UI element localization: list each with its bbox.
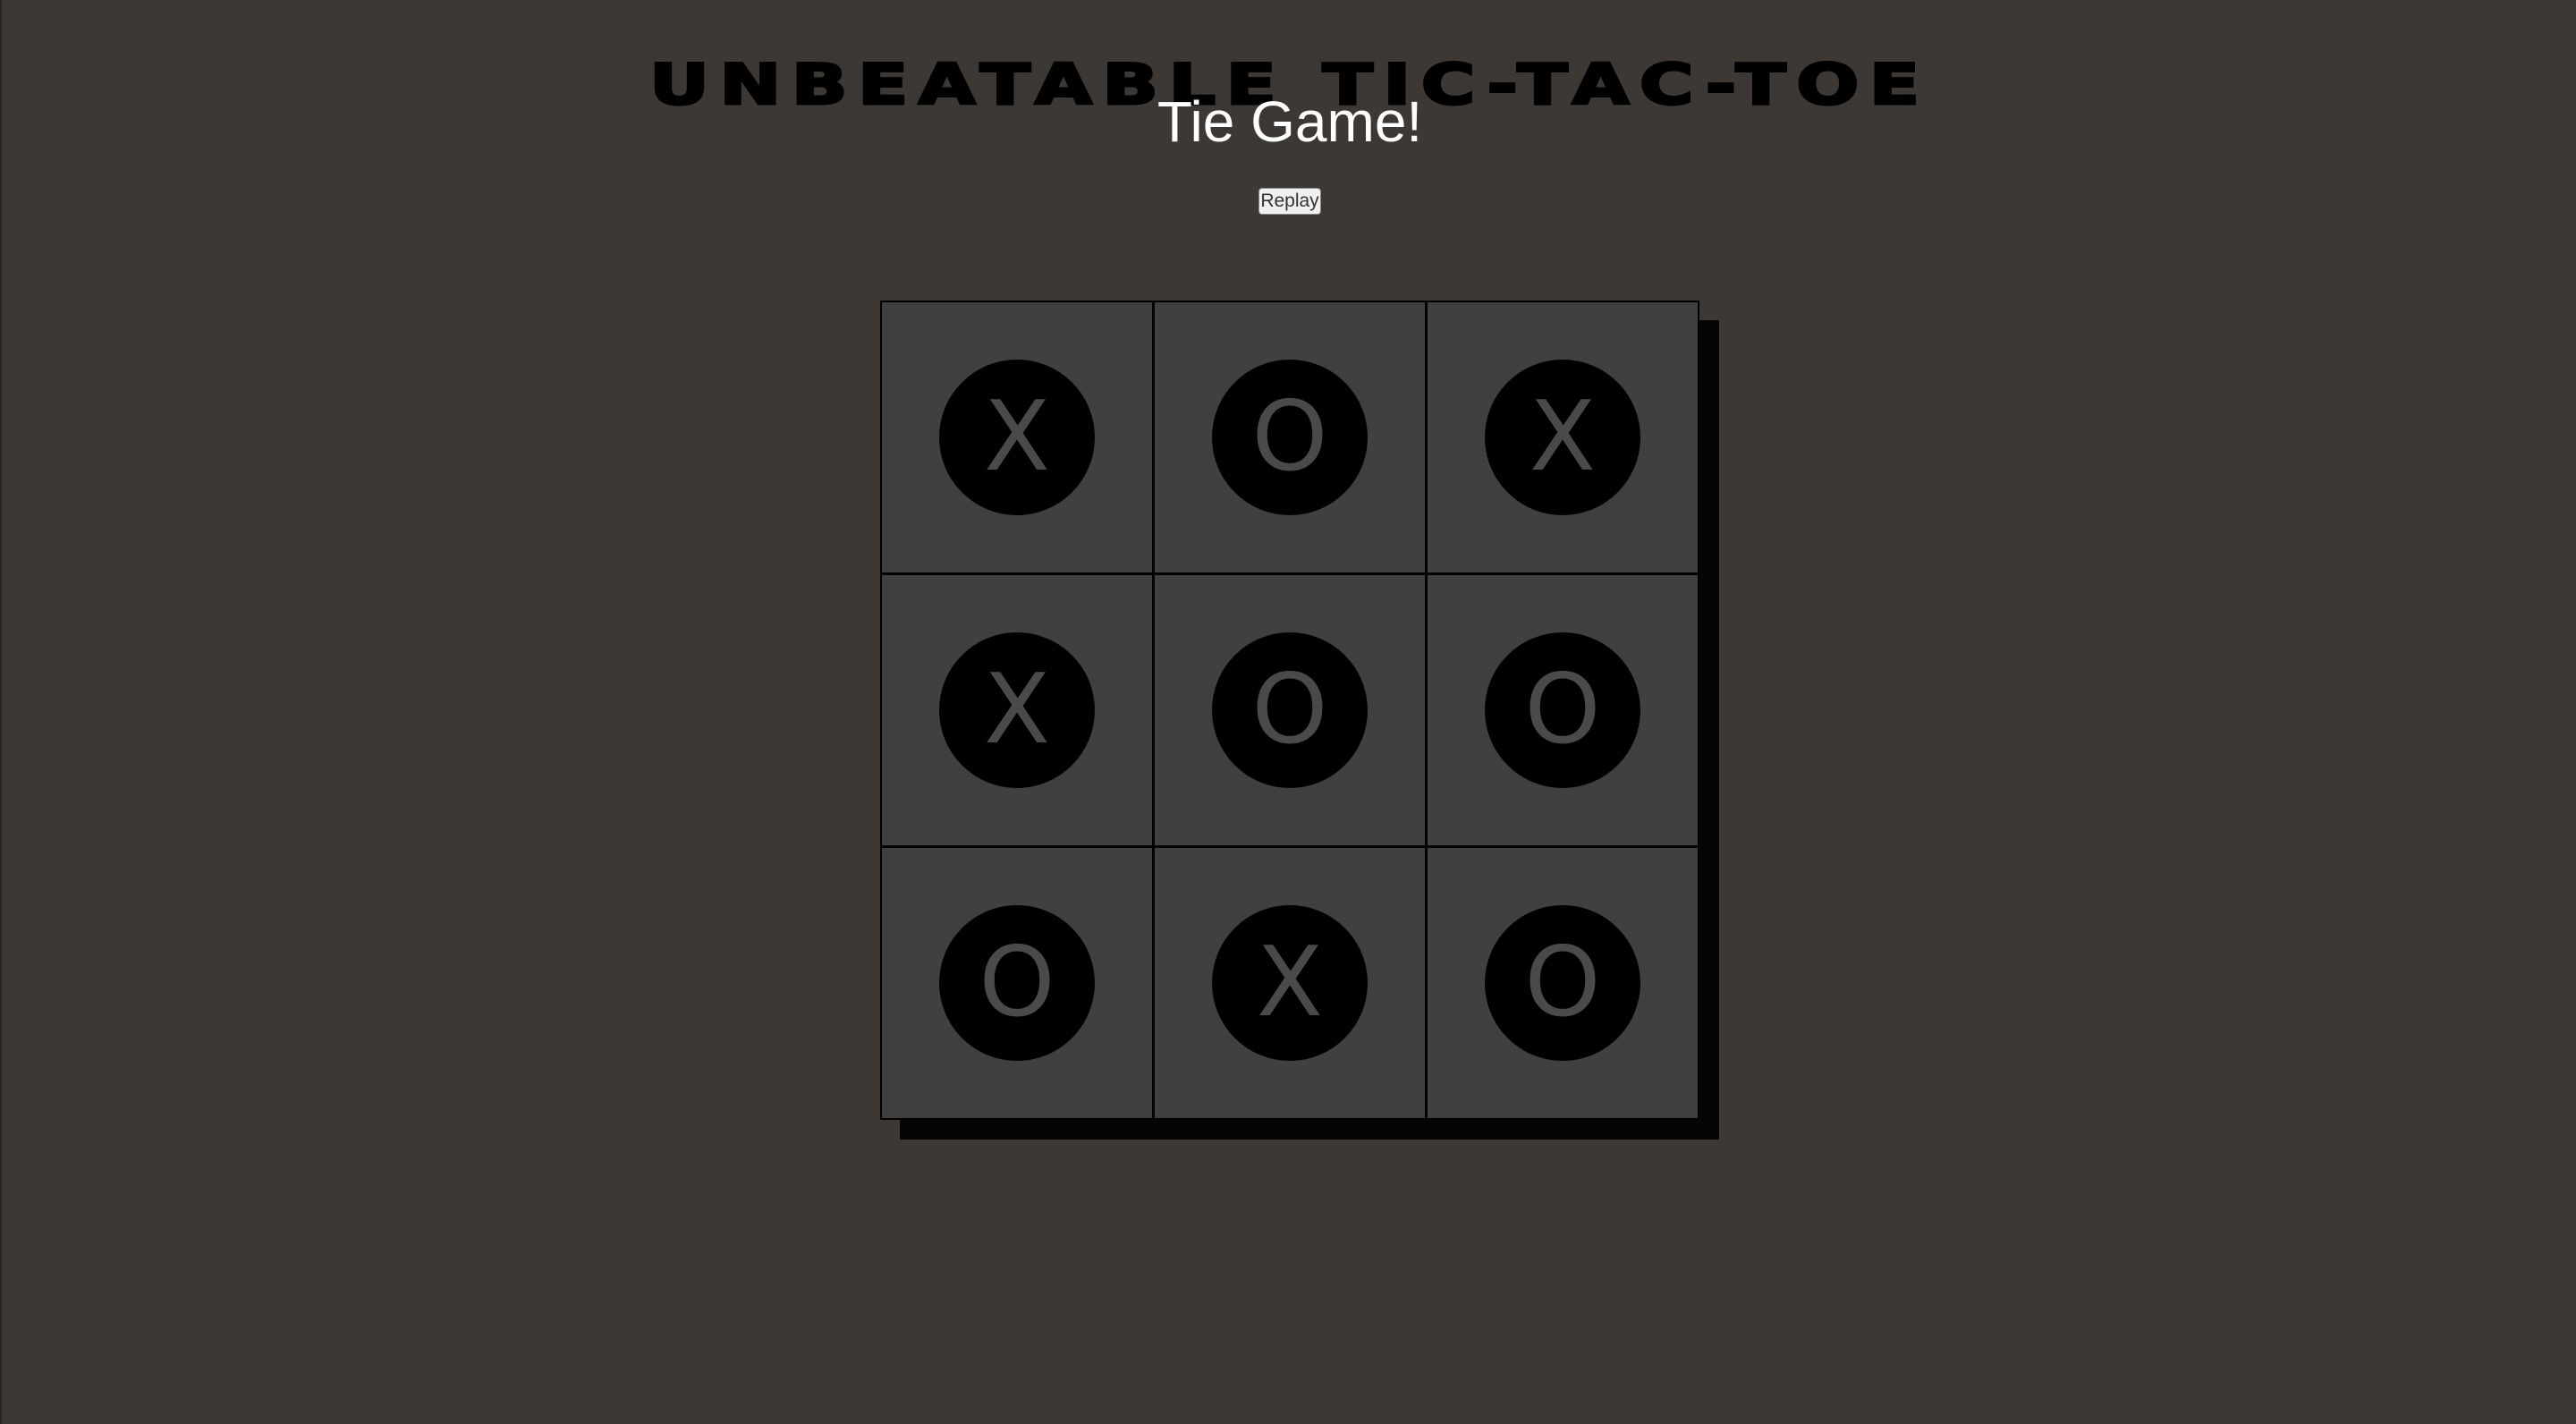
- board-cell-7[interactable]: O: [882, 848, 1152, 1118]
- mark-token: X: [1485, 360, 1640, 515]
- mark-token: O: [1485, 632, 1640, 788]
- board-cell-3[interactable]: X: [1428, 302, 1698, 572]
- mark-token: X: [939, 632, 1095, 788]
- board-cell-9[interactable]: O: [1428, 848, 1698, 1118]
- board-cell-8[interactable]: X: [1155, 848, 1425, 1118]
- mark-token: O: [939, 905, 1095, 1061]
- board-cell-1[interactable]: X: [882, 302, 1152, 572]
- board-cell-2[interactable]: O: [1155, 302, 1425, 572]
- board-container: X O X X O O O X O: [880, 301, 1719, 1140]
- game-status: Tie Game!: [1157, 89, 1423, 154]
- mark-token: O: [1212, 632, 1368, 788]
- mark-token: O: [1485, 905, 1640, 1061]
- mark-token: X: [1212, 905, 1368, 1061]
- board-cell-5[interactable]: O: [1155, 575, 1425, 845]
- replay-button[interactable]: Replay: [1258, 188, 1321, 215]
- board-cell-6[interactable]: O: [1428, 575, 1698, 845]
- mark-token: X: [939, 360, 1095, 515]
- game-board: X O X X O O O X O: [880, 301, 1699, 1120]
- board-cell-4[interactable]: X: [882, 575, 1152, 845]
- mark-token: O: [1212, 360, 1368, 515]
